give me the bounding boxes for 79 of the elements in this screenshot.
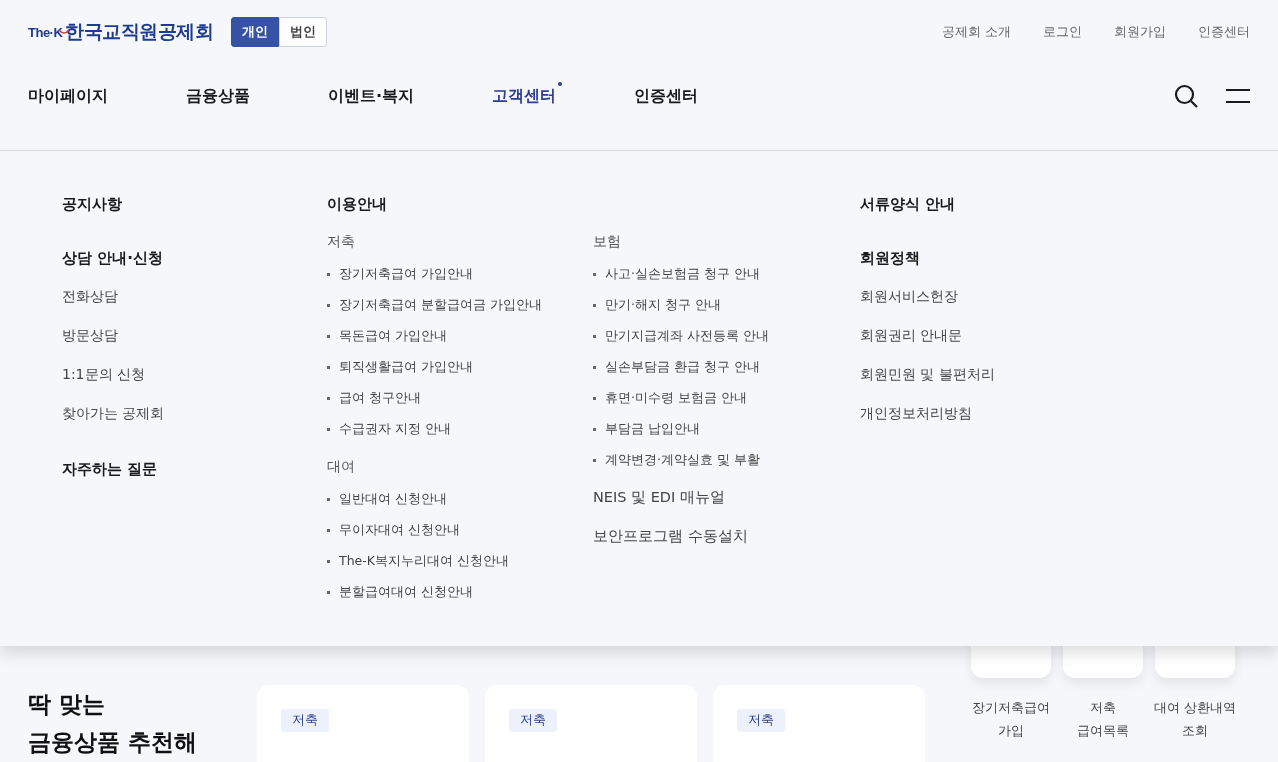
menu-link[interactable]: 퇴직생활급여 가입안내 [339,357,473,377]
menu-heading[interactable]: 자주하는 질문 [62,458,158,480]
bullet-icon [327,334,330,338]
menu-heading[interactable]: 회원정책 [860,247,920,269]
utility-link[interactable]: 회원가입 [1114,23,1166,41]
menu-link[interactable]: 분할급여대여 신청안내 [339,582,473,602]
quick-link-label[interactable]: 장기저축급여 가입 [972,696,1050,742]
bullet-icon [593,365,596,369]
menu-subheading: 저축 [327,232,355,251]
menu-subheading: 대여 [327,457,355,476]
bullet-icon [593,427,596,431]
menu-link[interactable]: The-K복지누리대여 신청안내 [339,551,509,571]
menu-link[interactable]: 방문상담 [62,325,118,345]
menu-link[interactable]: 일반대여 신청안내 [339,489,447,509]
menu-link[interactable]: 개인정보처리방침 [860,403,972,423]
main-nav-item[interactable]: 금융상품 [186,85,250,107]
bullet-icon [327,559,330,563]
menu-link[interactable]: 만기·해지 청구 안내 [605,295,721,315]
menu-link[interactable]: 수급권자 지정 안내 [339,419,451,439]
product-card[interactable]: 저축 [713,685,925,762]
bullet-icon [327,396,330,400]
product-card[interactable]: 저축 [485,685,697,762]
bullet-icon [593,334,596,338]
menu-link[interactable]: 회원민원 및 불편처리 [860,364,995,384]
member-type-tab[interactable]: 법인 [279,17,328,47]
menu-link[interactable]: 전화상담 [62,286,118,306]
menu-link[interactable]: 목돈급여 가입안내 [339,326,447,346]
menu-link[interactable]: 부담금 납입안내 [605,419,700,439]
main-nav-item[interactable]: 이벤트·복지 [328,85,415,107]
category-tag: 저축 [737,709,785,732]
menu-link[interactable]: 1:1문의 신청 [62,364,145,384]
menu-heading[interactable]: 이용안내 [327,193,387,215]
menu-link[interactable]: 계약변경·계약실효 및 부활 [605,450,760,470]
bullet-icon [327,427,330,431]
quick-link-label[interactable]: 저축 급여목록 [1077,696,1129,742]
utility-link[interactable]: 인증센터 [1198,23,1250,41]
menu-subheading: 보험 [593,232,621,251]
menu-link[interactable]: 장기저축급여 가입안내 [339,264,473,284]
bullet-icon [593,303,596,307]
menu-heading[interactable]: 공지사항 [62,193,122,215]
active-dot [558,81,563,86]
quick-link-label[interactable]: 대여 상환내역 조회 [1154,696,1236,742]
menu-link[interactable]: 만기지급계좌 사전등록 안내 [605,326,769,346]
product-card[interactable]: 저축 [257,685,469,762]
bullet-icon [327,303,330,307]
menu-link[interactable]: 실손부담금 환급 청구 안내 [605,357,760,377]
bullet-icon [593,396,596,400]
bullet-icon [327,497,330,501]
main-nav-item[interactable]: 마이페이지 [28,85,108,107]
menu-link[interactable]: 찾아가는 공제회 [62,403,165,423]
menu-link[interactable]: 회원서비스헌장 [860,286,958,306]
main-nav-item[interactable]: 인증센터 [634,85,699,107]
menu-link[interactable]: 무이자대여 신청안내 [339,520,460,540]
bullet-icon [327,590,330,594]
utility-link[interactable]: 로그인 [1043,23,1082,41]
main-nav-item[interactable]: 고객센터 [492,85,557,107]
bullet-icon [327,528,330,532]
bullet-icon [327,365,330,369]
menu-link[interactable]: 급여 청구안내 [339,388,421,408]
search-icon[interactable] [1174,84,1198,108]
menu-link[interactable]: 휴면·미수령 보험금 안내 [605,388,747,408]
bullet-icon [327,272,330,276]
menu-heading[interactable]: 상담 안내·신청 [62,247,163,269]
bullet-icon [593,458,596,462]
menu-heading[interactable]: 서류양식 안내 [860,193,956,215]
utility-link[interactable]: 공제회 소개 [941,23,1011,41]
menu-link[interactable]: 보안프로그램 수동설치 [593,526,748,546]
category-tag: 저축 [509,709,557,732]
menu-link[interactable]: 회원권리 안내문 [860,325,963,345]
category-tag: 저축 [281,709,329,732]
section-heading: 딱 맞는 금융상품 추천해 [28,690,198,757]
menu-link[interactable]: NEIS 및 EDI 매뉴얼 [593,487,725,507]
logo-prefix[interactable]: The·K [28,24,63,40]
menu-link[interactable]: 장기저축급여 분할급여금 가입안내 [339,295,542,315]
menu-icon[interactable] [1226,88,1250,104]
menu-link[interactable]: 사고·실손보험금 청구 안내 [605,264,760,284]
logo-name[interactable]: 한국교직원공제회 [65,19,214,45]
bullet-icon [593,272,596,276]
member-type-tab[interactable]: 개인 [231,17,280,47]
